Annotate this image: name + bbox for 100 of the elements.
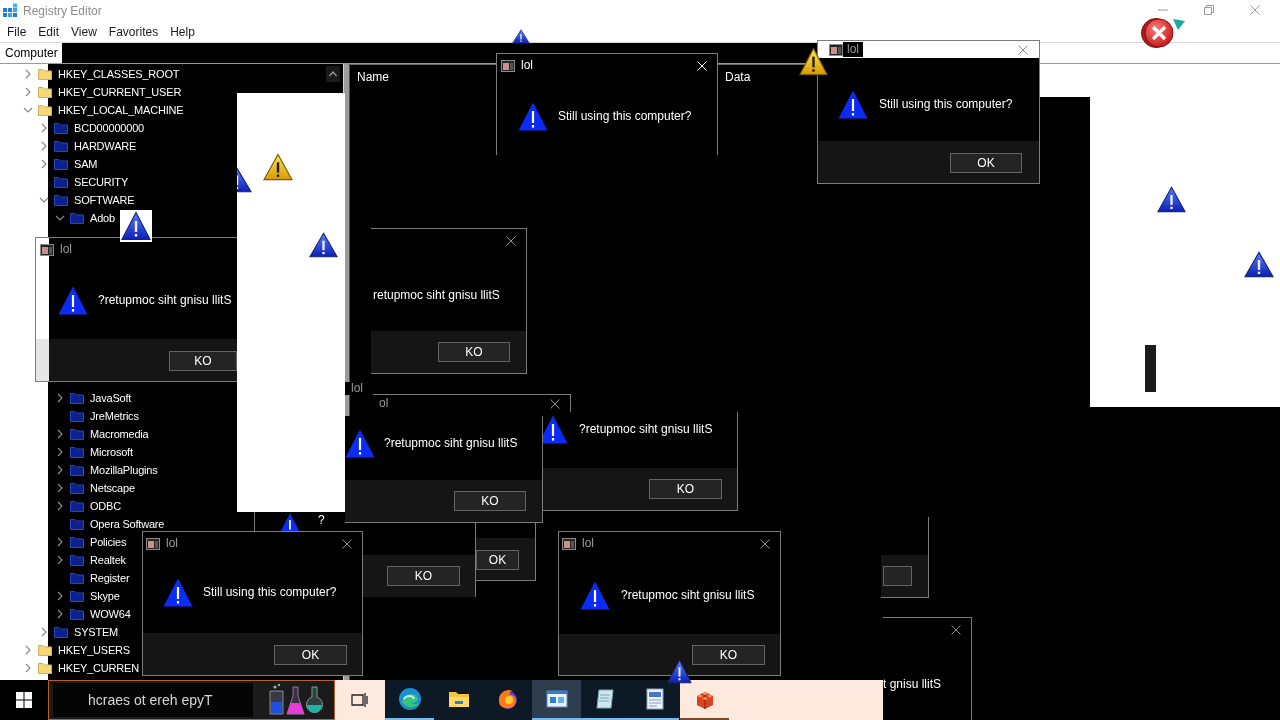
dialog-title: lol — [60, 242, 72, 257]
tree-item[interactable]: HARDWARE — [39, 139, 137, 153]
dialog-message: ? — [318, 512, 325, 528]
tree-item[interactable]: Netscape — [55, 481, 135, 495]
close-button[interactable] — [549, 397, 561, 410]
warning-icon — [543, 414, 568, 444]
search-field[interactable]: hcraes ot ereh epyT — [48, 680, 335, 720]
menu-item[interactable]: Edit — [32, 24, 66, 40]
dialog-button[interactable]: OK — [476, 550, 519, 570]
column-header[interactable]: Data — [725, 69, 758, 85]
menu-item[interactable]: View — [65, 24, 103, 40]
tree-item[interactable]: SYSTEM — [39, 625, 119, 639]
menu-item[interactable]: Help — [164, 24, 201, 40]
warning-icon — [1157, 186, 1186, 213]
close-icon — [342, 538, 352, 549]
close-button[interactable] — [341, 537, 353, 550]
tree-item[interactable]: Policies — [55, 535, 127, 549]
tree-item[interactable]: HKEY_USERS — [23, 643, 130, 657]
dialog-button[interactable]: KO — [692, 645, 765, 665]
warning-icon — [518, 101, 548, 131]
tree-item[interactable]: Opera Software — [55, 517, 165, 531]
folder-icon — [54, 194, 68, 206]
tree-item[interactable]: ODBC — [55, 499, 121, 513]
close-button[interactable] — [759, 537, 771, 550]
tree-item[interactable]: HKEY_LOCAL_MACHINE — [23, 103, 184, 117]
task-view-icon — [351, 692, 369, 708]
dialog-title: lol — [582, 536, 594, 551]
tree-item[interactable]: Realtek — [55, 553, 126, 567]
dialog-button[interactable]: OK — [274, 645, 347, 665]
dialog-button[interactable]: KO — [387, 566, 460, 586]
close-button[interactable] — [505, 234, 517, 247]
folder-icon — [70, 572, 84, 584]
tree-item[interactable]: Register — [55, 571, 130, 585]
window-title: Registry Editor — [23, 3, 102, 19]
tree-item[interactable]: SOFTWARE — [39, 193, 135, 207]
dialog-message: Still using this computer? — [558, 108, 692, 124]
dialog-title: lol — [843, 42, 863, 57]
tree-item[interactable]: Macromedia — [55, 427, 149, 441]
folder-icon — [54, 158, 68, 170]
chevron-up-icon — [329, 71, 337, 77]
folder-icon — [70, 212, 84, 224]
warning-icon — [512, 29, 530, 44]
folder-icon — [70, 500, 84, 512]
flasks-icon — [266, 683, 326, 717]
taskbar-app-button[interactable] — [532, 680, 581, 720]
dialog-message: ?retupmoc siht gnisu llitS — [98, 292, 232, 308]
warning-icon — [838, 89, 868, 119]
warning-icon — [1244, 251, 1274, 278]
window-fragment — [1145, 345, 1156, 392]
tree-item[interactable]: Skype — [55, 589, 120, 603]
squares-icon — [2, 3, 18, 19]
dialog-message: ?retupmoc siht gnisu llitS — [579, 421, 713, 437]
tree-item[interactable]: BCD00000000 — [39, 121, 144, 135]
chevron-right-icon — [55, 393, 65, 403]
swirl-icon — [397, 687, 422, 711]
scroll-up-button[interactable] — [326, 66, 340, 82]
address-field[interactable]: Computer — [0, 43, 62, 63]
close-icon — [1018, 44, 1028, 55]
dialog-button[interactable]: KO — [649, 479, 722, 499]
app-window-icon — [146, 537, 160, 550]
warning-icon — [120, 210, 152, 242]
task-view-button[interactable] — [335, 680, 385, 720]
column-header[interactable]: Name — [350, 69, 396, 85]
tree-item[interactable]: HKEY_CURREN — [23, 661, 139, 675]
tree-item[interactable]: MozillaPlugins — [55, 463, 158, 477]
tree-item[interactable]: SECURITY — [39, 175, 129, 189]
menu-item[interactable]: File — [1, 24, 33, 40]
dialog-message: Still using this computer? — [879, 96, 1013, 112]
tree-item[interactable]: HKEY_CLASSES_ROOT — [23, 67, 180, 81]
dialog-button[interactable]: KO — [438, 342, 510, 362]
dialog-title: lol — [521, 58, 533, 73]
dialog-title: ol — [379, 396, 389, 411]
menu-item[interactable]: Favorites — [102, 24, 165, 40]
app-window-icon — [829, 43, 843, 56]
tree-item[interactable]: WOW64 — [55, 607, 131, 621]
dialog-button[interactable]: OK — [950, 153, 1022, 173]
folder-icon — [38, 68, 52, 80]
folder-icon — [70, 518, 84, 530]
warning-icon — [58, 285, 88, 315]
warning-icon — [163, 577, 193, 607]
close-icon — [1250, 5, 1260, 15]
tree-item[interactable]: Microsoft — [55, 445, 133, 459]
folder-icon — [38, 644, 52, 656]
tree-item[interactable]: HKEY_CURRENT_USER — [23, 85, 182, 99]
dialog-message: retupmoc siht gnisu llitS — [373, 287, 500, 303]
dialog-button[interactable]: KO — [454, 491, 526, 511]
close-icon — [697, 60, 707, 71]
close-icon — [760, 538, 770, 549]
dialog-button[interactable] — [883, 566, 912, 586]
close-button[interactable] — [950, 623, 962, 636]
tree-item[interactable]: SAM — [39, 157, 98, 171]
tree-item[interactable]: JavaSoft — [55, 391, 132, 405]
tree-item[interactable]: Adob — [55, 211, 115, 225]
dialog-button[interactable]: KO — [169, 351, 237, 371]
dialog-message: ?retupmoc siht gnisu llitS — [621, 587, 755, 603]
folder-icon — [54, 176, 68, 188]
warning-icon — [345, 428, 375, 458]
warning-icon — [667, 659, 692, 684]
tree-item[interactable]: JreMetrics — [55, 409, 139, 423]
folder-icon — [38, 662, 52, 674]
